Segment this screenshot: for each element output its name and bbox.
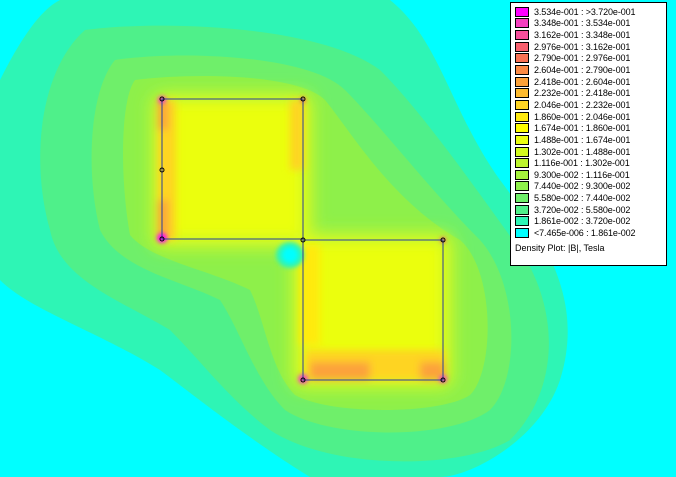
legend-range-label: 2.976e-001 : 3.162e-001	[534, 41, 631, 52]
legend-swatch	[515, 204, 529, 215]
density-plot-viewport[interactable]: 3.534e-001 : >3.720e-001 3.348e-001 : 3.5…	[0, 0, 676, 477]
legend-row: <7.465e-006 : 1.861e-002	[515, 227, 666, 239]
legend-swatch	[515, 158, 529, 169]
legend-swatch	[515, 134, 529, 145]
legend-row: 3.348e-001 : 3.534e-001	[515, 18, 666, 30]
legend-swatch	[515, 65, 529, 76]
legend-swatch	[515, 181, 529, 192]
legend-swatch	[515, 216, 529, 227]
legend-range-label: 7.440e-002 : 9.300e-002	[534, 181, 631, 192]
legend-swatch	[515, 88, 529, 99]
legend-range-label: 1.860e-001 : 2.046e-001	[534, 111, 631, 122]
legend-rows: 3.534e-001 : >3.720e-001 3.348e-001 : 3.5…	[515, 6, 666, 239]
field-null-core	[282, 247, 298, 263]
legend-caption: Density Plot: |B|, Tesla	[515, 242, 605, 253]
legend-row: 1.861e-002 : 3.720e-002	[515, 216, 666, 228]
legend-range-label: 2.604e-001 : 2.790e-001	[534, 65, 631, 76]
legend-row: 2.046e-001 : 2.232e-001	[515, 99, 666, 111]
legend-range-label: 1.488e-001 : 1.674e-001	[534, 134, 631, 145]
legend-swatch	[515, 193, 529, 204]
legend-range-label: 3.534e-001 : >3.720e-001	[534, 6, 636, 17]
legend-swatch	[515, 18, 529, 29]
legend-row: 1.116e-001 : 1.302e-001	[515, 157, 666, 169]
legend-swatch	[515, 6, 529, 17]
legend-row: 9.300e-002 : 1.116e-001	[515, 169, 666, 181]
legend-row: 1.860e-001 : 2.046e-001	[515, 111, 666, 123]
legend-swatch	[515, 41, 529, 52]
legend-row: 1.302e-001 : 1.488e-001	[515, 146, 666, 158]
legend-row: 5.580e-002 : 7.440e-002	[515, 192, 666, 204]
legend-swatch	[515, 146, 529, 157]
legend-row: 1.488e-001 : 1.674e-001	[515, 134, 666, 146]
legend-swatch	[515, 30, 529, 41]
legend-range-label: 3.162e-001 : 3.348e-001	[534, 30, 631, 41]
legend-row: 3.534e-001 : >3.720e-001	[515, 6, 666, 18]
legend-swatch	[515, 76, 529, 87]
density-legend: 3.534e-001 : >3.720e-001 3.348e-001 : 3.5…	[510, 2, 667, 266]
legend-row: 3.162e-001 : 3.348e-001	[515, 29, 666, 41]
legend-range-label: 9.300e-002 : 1.116e-001	[534, 169, 630, 180]
legend-range-label: 2.790e-001 : 2.976e-001	[534, 53, 631, 64]
legend-row: 2.976e-001 : 3.162e-001	[515, 41, 666, 53]
legend-range-label: 1.861e-002 : 3.720e-002	[534, 216, 631, 227]
legend-range-label: 5.580e-002 : 7.440e-002	[534, 193, 631, 204]
legend-row: 2.790e-001 : 2.976e-001	[515, 53, 666, 65]
legend-range-label: 1.116e-001 : 1.302e-001	[534, 158, 630, 169]
legend-row: 2.418e-001 : 2.604e-001	[515, 76, 666, 88]
legend-row: 3.720e-002 : 5.580e-002	[515, 204, 666, 216]
legend-swatch	[515, 169, 529, 180]
legend-range-label: 2.232e-001 : 2.418e-001	[534, 88, 631, 99]
legend-range-label: 3.720e-002 : 5.580e-002	[534, 204, 631, 215]
legend-swatch	[515, 99, 529, 110]
legend-swatch	[515, 123, 529, 134]
legend-row: 7.440e-002 : 9.300e-002	[515, 181, 666, 193]
legend-range-label: 1.674e-001 : 1.860e-001	[534, 123, 631, 134]
legend-row: 1.674e-001 : 1.860e-001	[515, 122, 666, 134]
legend-swatch	[515, 111, 529, 122]
legend-range-label: <7.465e-006 : 1.861e-002	[534, 227, 636, 238]
legend-range-label: 2.046e-001 : 2.232e-001	[534, 99, 631, 110]
legend-swatch	[515, 227, 529, 238]
legend-range-label: 2.418e-001 : 2.604e-001	[534, 76, 631, 87]
legend-row: 2.232e-001 : 2.418e-001	[515, 87, 666, 99]
legend-range-label: 3.348e-001 : 3.534e-001	[534, 18, 631, 29]
legend-swatch	[515, 53, 529, 64]
legend-range-label: 1.302e-001 : 1.488e-001	[534, 146, 631, 157]
legend-row: 2.604e-001 : 2.790e-001	[515, 64, 666, 76]
